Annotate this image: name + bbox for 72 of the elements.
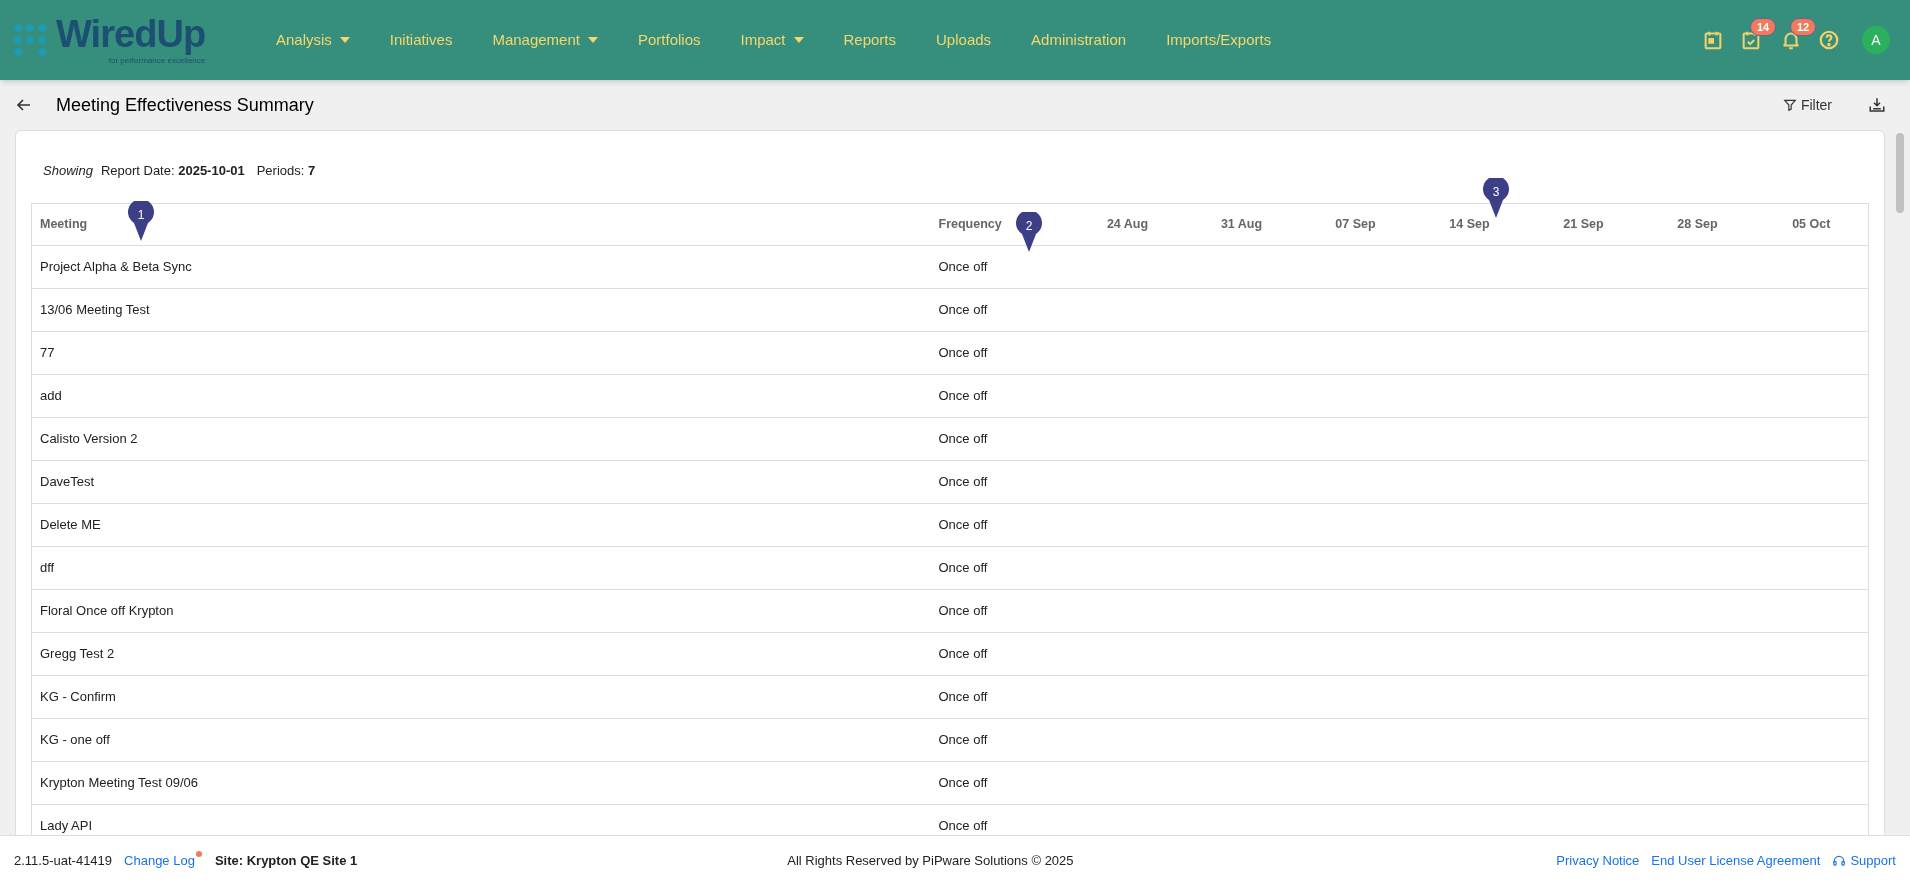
notification-badge: 12 [1790, 18, 1817, 36]
table-cell: Calisto Version 2 [31, 417, 931, 460]
table-cell: Krypton Meeting Test 09/06 [31, 761, 931, 804]
support-link[interactable]: Support [1832, 850, 1896, 871]
table-cell: Once off [930, 503, 1071, 546]
column-header: Meeting [40, 216, 88, 231]
nav-menu-item[interactable]: Reports [823, 28, 917, 52]
nav-menu-item[interactable]: Administration [1011, 28, 1147, 52]
scrollbar[interactable] [1896, 133, 1904, 213]
nav-menu-item[interactable]: Uploads [916, 28, 1012, 52]
column-header: 28 Sep [1677, 216, 1718, 231]
version-text: 2.11.5-uat-41419 [14, 851, 113, 870]
table-cell: KG - Confirm [31, 675, 931, 718]
table-cell: dff [31, 546, 931, 589]
caret-icon [339, 37, 350, 43]
site-label: Site: Krypton QE Site 1 [214, 851, 358, 870]
nav-menu-item[interactable]: Imports/Exports [1146, 28, 1292, 52]
change-log-link[interactable]: Change Log [124, 852, 195, 868]
help-icon[interactable] [1818, 29, 1840, 51]
marker-pin[interactable]: 1 [128, 201, 154, 241]
logo-text: WiredUp [56, 15, 206, 53]
filter-icon [1782, 98, 1797, 112]
table-cell: Once off [930, 718, 1071, 761]
table-cell: Once off [930, 632, 1071, 675]
column-header: Frequency [938, 216, 1002, 231]
caret-icon [793, 37, 804, 43]
table-cell: Once off [930, 675, 1071, 718]
caret-icon [587, 37, 598, 43]
calendar-icon[interactable] [1702, 29, 1724, 51]
marker-pin[interactable]: 3 [1483, 178, 1509, 218]
filter-button[interactable]: Filter [1782, 94, 1832, 116]
marker-pin[interactable]: 2 [1016, 212, 1042, 252]
nav-menu-item[interactable]: Impact [720, 28, 824, 52]
table-cell: Once off [930, 546, 1071, 589]
table-cell: Delete ME [31, 503, 931, 546]
table-cell: Once off [930, 761, 1071, 804]
table-cell: Once off [930, 460, 1071, 503]
back-arrow-icon[interactable] [16, 97, 32, 113]
nav-menu-item[interactable]: Analysis [256, 28, 370, 52]
table-cell: Once off [930, 288, 1071, 331]
table-cell: Once off [930, 589, 1071, 632]
download-icon[interactable] [1868, 96, 1886, 114]
nav-menu-item[interactable]: Management [472, 28, 618, 52]
page-title: Meeting Effectiveness Summary [56, 93, 314, 117]
user-avatar[interactable]: A [1862, 26, 1890, 54]
table-cell: Once off [930, 374, 1071, 417]
table-cell: add [31, 374, 931, 417]
table-cell: 77 [31, 331, 931, 374]
table-cell: Once off [930, 331, 1071, 374]
column-header: 14 Sep [1449, 216, 1490, 231]
headset-icon [1832, 853, 1847, 868]
footer-link[interactable]: Privacy Notice [1556, 850, 1640, 871]
footer-link[interactable]: End User License Agreement [1651, 850, 1821, 871]
column-header: 07 Sep [1335, 216, 1376, 231]
table-cell: DaveTest [31, 460, 931, 503]
column-header: 05 Oct [1792, 216, 1831, 231]
column-header: 24 Aug [1106, 216, 1149, 231]
nav-menu-item[interactable]: Portfolios [617, 28, 721, 52]
table-cell: KG - one off [31, 718, 931, 761]
table-cell: 13/06 Meeting Test [31, 288, 931, 331]
table-cell: Project Alpha & Beta Sync [31, 245, 931, 288]
copyright-text: All Rights Reserved by PiPware Solutions © 2025 [787, 851, 1074, 870]
column-header: 21 Sep [1563, 216, 1604, 231]
table-cell: Floral Once off Krypton [31, 589, 931, 632]
table-cell: Gregg Test 2 [31, 632, 931, 675]
notification-badge: 14 [1750, 18, 1777, 36]
table-cell: Once off [930, 245, 1071, 288]
report-summary: Showing Report Date: 2025-10-01 Periods: 7 [42, 162, 317, 180]
nav-menu-item[interactable]: Initiatives [369, 28, 473, 52]
column-header: 31 Aug [1220, 216, 1263, 231]
task-check-icon[interactable] [1740, 29, 1762, 51]
table-cell: Once off [930, 417, 1071, 460]
